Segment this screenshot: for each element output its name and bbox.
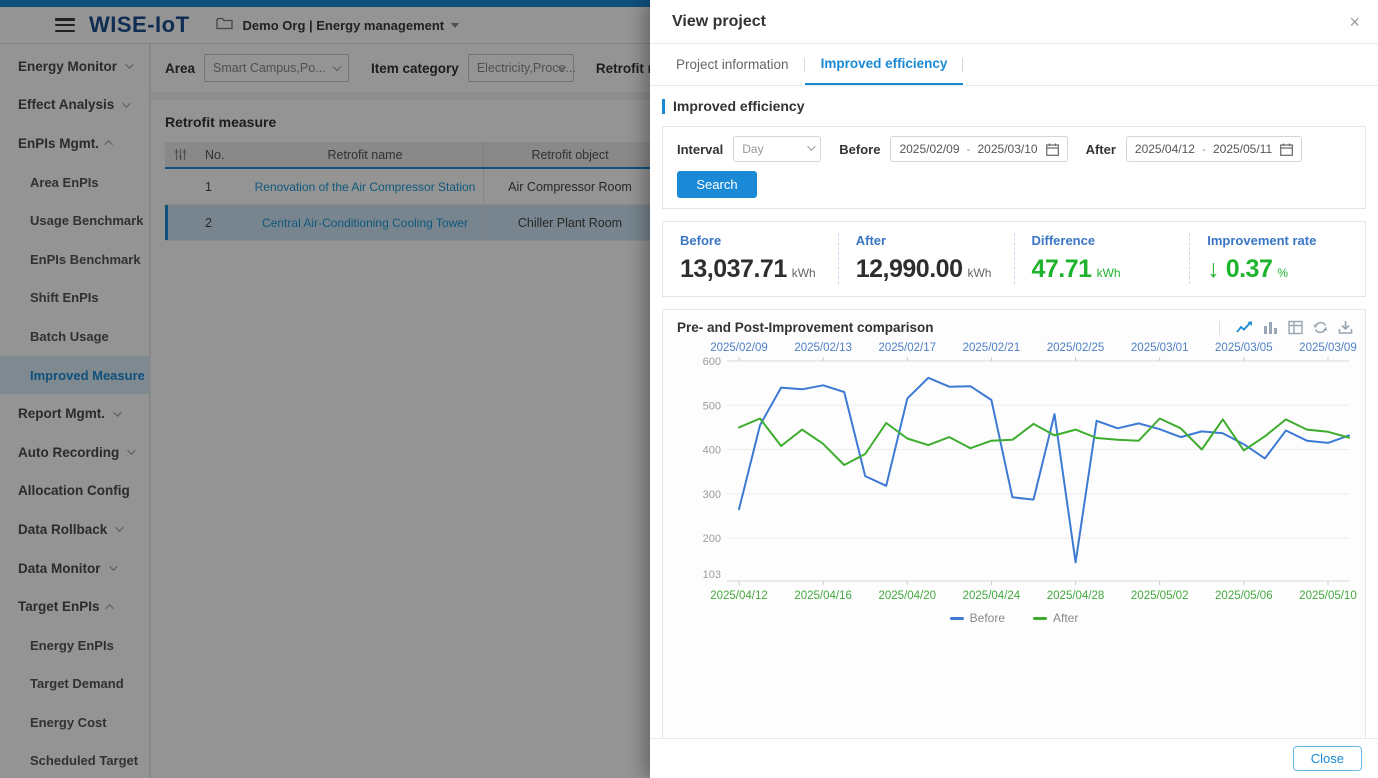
download-icon[interactable] xyxy=(1338,320,1353,335)
svg-text:200: 200 xyxy=(703,533,721,545)
calendar-icon xyxy=(1046,143,1059,156)
legend-item-before[interactable]: Before xyxy=(950,611,1005,625)
comparison-chart-card: Pre- and Post-Improvement comparison xyxy=(662,309,1366,753)
svg-text:500: 500 xyxy=(703,400,721,412)
stat-before-value: 13,037.71 xyxy=(680,255,787,284)
toolbar-separator xyxy=(1219,321,1220,335)
svg-text:2025/02/25: 2025/02/25 xyxy=(1047,342,1105,354)
line-chart-icon[interactable] xyxy=(1236,320,1253,335)
calendar-icon xyxy=(1280,143,1293,156)
after-date-range-input[interactable]: 2025/04/12 - 2025/05/11 xyxy=(1126,136,1302,162)
svg-text:2025/04/16: 2025/04/16 xyxy=(794,590,852,602)
svg-text:2025/04/28: 2025/04/28 xyxy=(1047,590,1105,602)
before-range-label: Before xyxy=(839,142,880,157)
panel-footer: Close xyxy=(650,738,1378,778)
view-project-panel: View project × Project information Impro… xyxy=(650,0,1378,778)
section-heading: Improved efficiency xyxy=(662,98,1366,114)
svg-text:2025/03/01: 2025/03/01 xyxy=(1131,342,1189,354)
legend-marker-before xyxy=(950,617,964,620)
svg-text:2025/04/12: 2025/04/12 xyxy=(710,590,768,602)
legend-item-after[interactable]: After xyxy=(1033,611,1078,625)
tab-project-information[interactable]: Project information xyxy=(660,44,805,85)
svg-text:2025/05/06: 2025/05/06 xyxy=(1215,590,1273,602)
svg-text:400: 400 xyxy=(703,445,721,457)
svg-text:2025/05/02: 2025/05/02 xyxy=(1131,590,1189,602)
stat-after-value: 12,990.00 xyxy=(856,255,963,284)
interval-label: Interval xyxy=(677,142,723,157)
svg-text:2025/02/17: 2025/02/17 xyxy=(878,342,936,354)
interval-select[interactable]: Day xyxy=(733,136,821,162)
comparison-line-chart[interactable]: 600 500 400 300 200 103 2025/02/09 2025/04/12 20… xyxy=(663,335,1365,607)
svg-text:2025/04/24: 2025/04/24 xyxy=(963,590,1021,602)
search-button[interactable]: Search xyxy=(677,171,757,198)
comparison-stats-card: Before 13,037.71kWh After 12,990.00kWh D… xyxy=(662,221,1366,297)
svg-text:600: 600 xyxy=(703,356,721,368)
tab-improved-efficiency[interactable]: Improved efficiency xyxy=(805,44,964,85)
chart-title: Pre- and Post-Improvement comparison xyxy=(677,320,1219,335)
svg-text:300: 300 xyxy=(703,489,721,501)
svg-text:2025/03/05: 2025/03/05 xyxy=(1215,342,1273,354)
close-icon[interactable]: × xyxy=(1349,13,1360,31)
svg-text:2025/03/09: 2025/03/09 xyxy=(1299,342,1357,354)
before-date-range-input[interactable]: 2025/02/09 - 2025/03/10 xyxy=(890,136,1067,162)
before-end-date: 2025/03/10 xyxy=(978,142,1038,156)
stat-difference-value: 47.71 xyxy=(1032,255,1092,284)
panel-body: Improved efficiency Interval Day Before … xyxy=(650,86,1378,753)
after-start-date: 2025/04/12 xyxy=(1135,142,1195,156)
efficiency-filter-card: Interval Day Before 2025/02/09 - 2025/03… xyxy=(662,126,1366,209)
stat-improvement-rate: Improvement rate ↓ 0.37% xyxy=(1189,233,1365,284)
legend-marker-after xyxy=(1033,617,1047,620)
svg-text:2025/02/21: 2025/02/21 xyxy=(963,342,1021,354)
stat-difference: Difference 47.71kWh xyxy=(1014,233,1190,284)
section-heading-bar xyxy=(662,99,665,114)
before-start-date: 2025/02/09 xyxy=(899,142,959,156)
svg-text:2025/05/10: 2025/05/10 xyxy=(1299,590,1357,602)
panel-title: View project xyxy=(672,13,1349,31)
panel-tabs: Project information Improved efficiency xyxy=(650,44,1378,86)
close-button[interactable]: Close xyxy=(1293,746,1362,771)
svg-text:2025/04/20: 2025/04/20 xyxy=(878,590,936,602)
table-icon[interactable] xyxy=(1288,320,1303,335)
after-end-date: 2025/05/11 xyxy=(1213,142,1272,156)
panel-header: View project × xyxy=(650,0,1378,44)
chart-toolbar xyxy=(1219,320,1353,335)
refresh-icon[interactable] xyxy=(1313,320,1328,335)
svg-text:103: 103 xyxy=(703,569,721,581)
stat-improvement-rate-value: ↓ 0.37 xyxy=(1207,255,1272,284)
chart-legend: Before After xyxy=(663,611,1365,625)
svg-text:2025/02/13: 2025/02/13 xyxy=(794,342,852,354)
chevron-down-icon xyxy=(807,142,815,150)
after-range-label: After xyxy=(1086,142,1116,157)
stat-after: After 12,990.00kWh xyxy=(838,233,1014,284)
stat-before: Before 13,037.71kWh xyxy=(663,233,838,284)
svg-text:2025/02/09: 2025/02/09 xyxy=(710,342,768,354)
bar-chart-icon[interactable] xyxy=(1263,320,1278,335)
